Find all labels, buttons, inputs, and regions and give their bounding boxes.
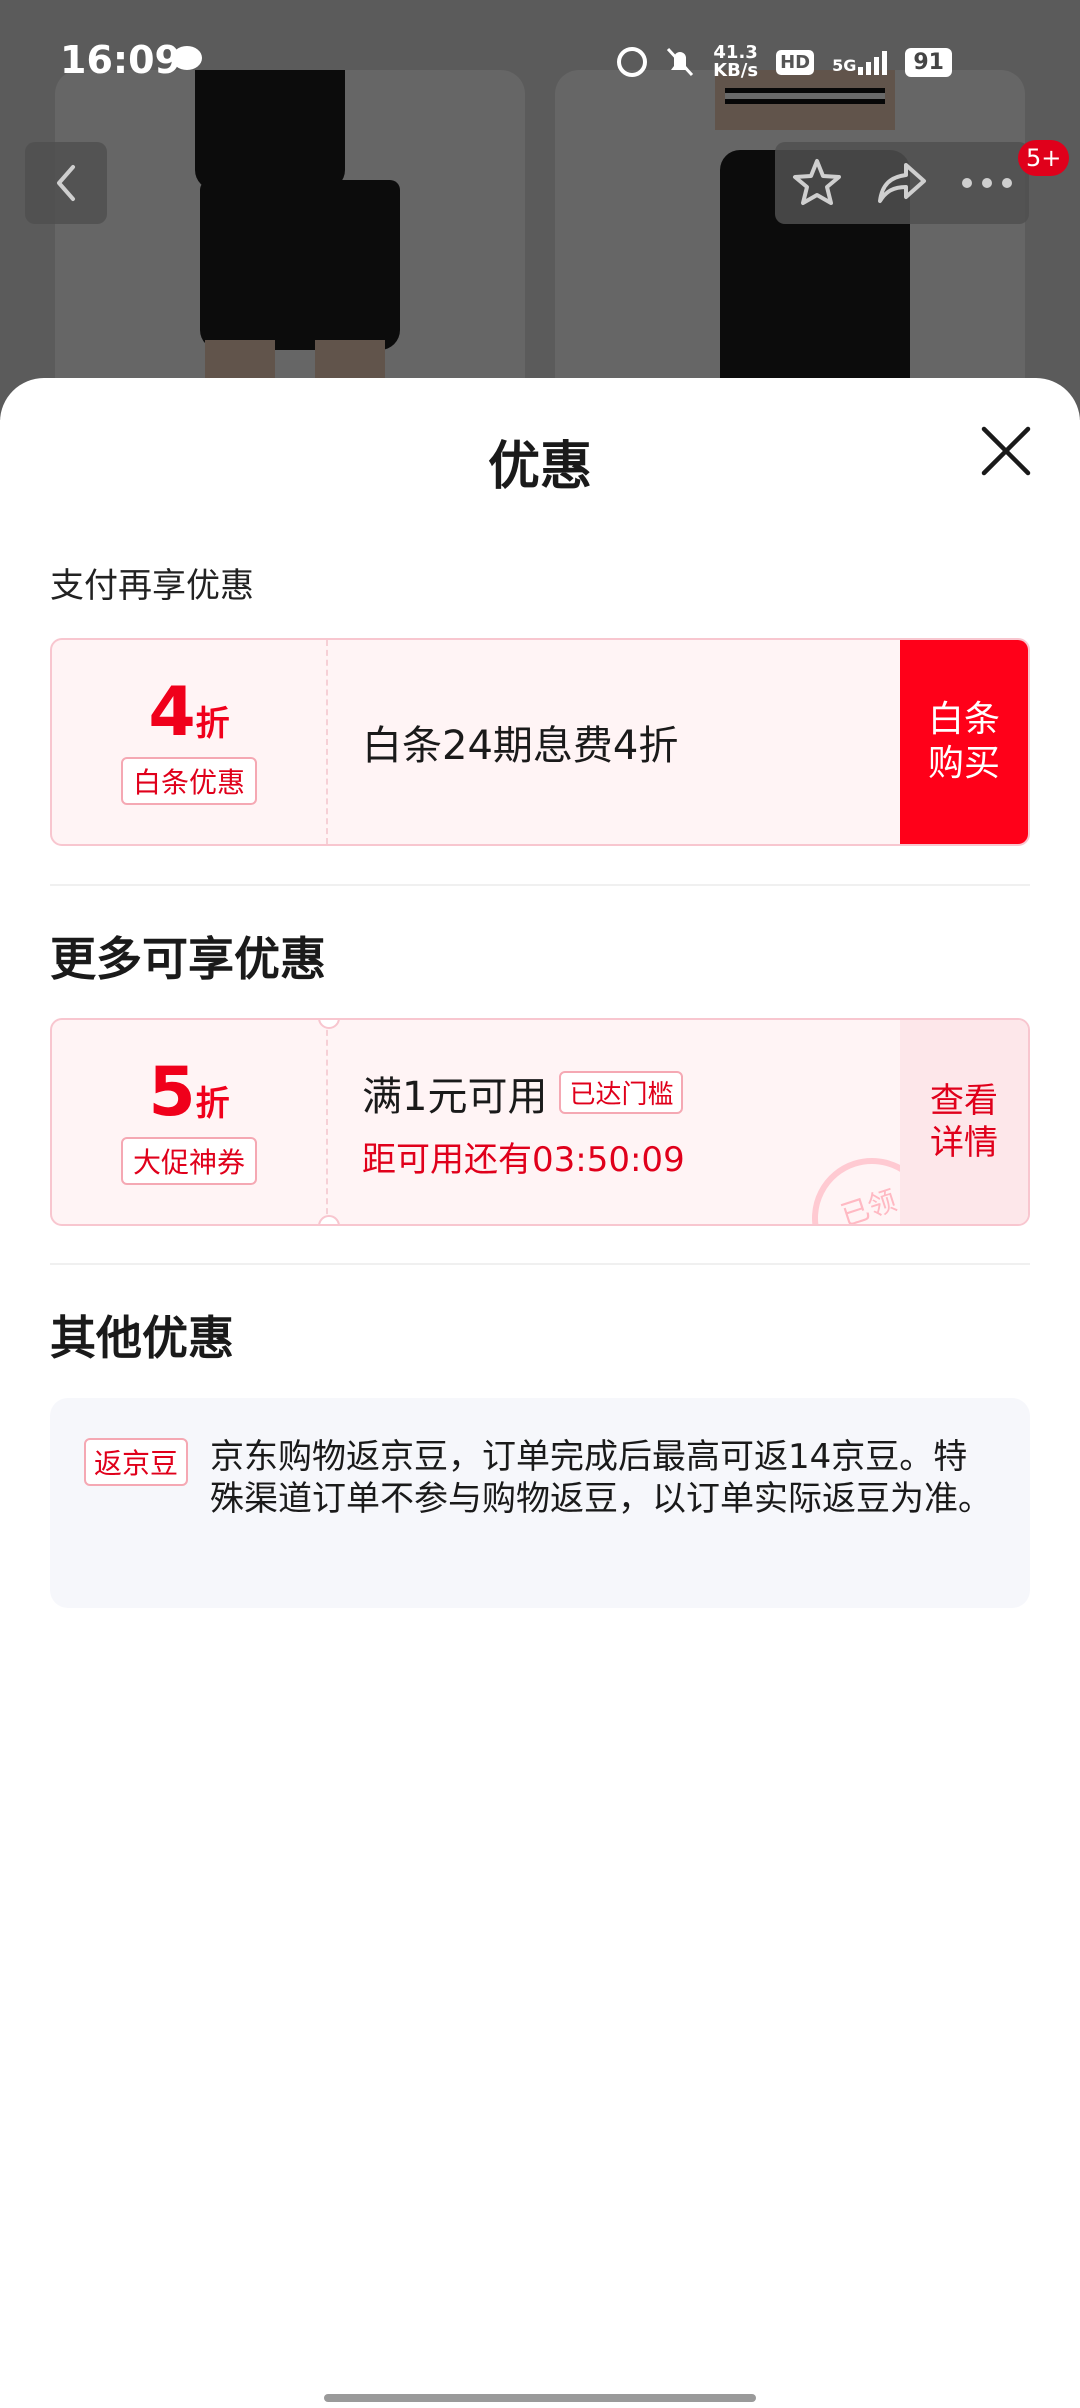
baitiao-coupon-card[interactable]: 4折 白条优惠 白条24期息费4折 白条购买 xyxy=(50,638,1030,846)
back-button[interactable] xyxy=(25,142,107,224)
coupon-discount: 5折 xyxy=(148,1053,230,1132)
close-button[interactable] xyxy=(975,420,1037,482)
baitiao-buy-button[interactable]: 白条购买 xyxy=(900,640,1028,844)
status-icons: 41.3 KB/s HD 5G 91 xyxy=(617,44,952,80)
cart-badge: 5+ xyxy=(1018,140,1070,176)
coupon-info: 白条24期息费4折 xyxy=(362,640,678,844)
coupon-discount: 4折 xyxy=(148,673,230,752)
top-action-group xyxy=(775,142,1029,224)
other-section-label: 其他优惠 xyxy=(50,1311,234,1365)
share-icon[interactable] xyxy=(874,155,930,211)
alarm-icon xyxy=(617,47,648,77)
status-time: 16:09 xyxy=(60,38,181,82)
signal-icon xyxy=(858,49,888,75)
sheet-title: 优惠 xyxy=(487,437,592,497)
status-bar: 16:09 41.3 KB/s HD 5G 91 xyxy=(0,0,1080,120)
offers-sheet: 优惠 支付再享优惠 4折 白条优惠 白条24期息费4折 白条购买 更多可享优惠 … xyxy=(0,378,1080,2408)
coupon-condition-row: 满1元可用 已达门槛 xyxy=(362,1064,685,1122)
jingdou-info-box: 返京豆 京东购物返京豆，订单完成后最高可返14京豆。特殊渠道订单不参与购物返豆，… xyxy=(50,1398,1030,1608)
chat-notification-icon xyxy=(172,46,202,70)
promo-coupon-card[interactable]: 5折 大促神券 满1元可用 已达门槛 距可用还有03:50:09 已领 查看详情 xyxy=(50,1018,1030,1226)
star-icon[interactable] xyxy=(789,155,845,211)
coupon-description: 白条24期息费4折 xyxy=(362,723,679,769)
coupon-notch-bottom xyxy=(318,1215,340,1224)
home-indicator[interactable] xyxy=(324,2394,756,2402)
coupon-condition: 满1元可用 xyxy=(362,1073,548,1120)
jingdou-tag: 返京豆 xyxy=(84,1438,189,1486)
view-details-button[interactable]: 查看详情 xyxy=(900,1020,1028,1224)
coupon-countdown: 距可用还有03:50:09 xyxy=(362,1139,685,1180)
battery-icon: 91 xyxy=(905,47,952,77)
pay-section-label: 支付再享优惠 xyxy=(50,566,254,606)
net-speed: 41.3 KB/s xyxy=(713,42,759,81)
coupon-tag: 大促神券 xyxy=(120,1137,257,1185)
divider xyxy=(50,1263,1030,1265)
more-icon[interactable] xyxy=(959,175,1015,191)
network-type: 5G xyxy=(832,56,857,75)
mute-bell-icon xyxy=(667,47,694,77)
coupon-info: 满1元可用 已达门槛 距可用还有03:50:09 xyxy=(362,1020,685,1224)
close-icon xyxy=(981,426,1031,476)
coupon-discount-block: 4折 白条优惠 xyxy=(52,640,328,844)
coupon-tag: 白条优惠 xyxy=(120,757,257,805)
jingdou-description: 京东购物返京豆，订单完成后最高可返14京豆。特殊渠道订单不参与购物返豆，以订单实… xyxy=(210,1437,992,1519)
chevron-left-icon xyxy=(57,165,75,201)
threshold-badge: 已达门槛 xyxy=(559,1071,684,1114)
coupon-discount-block: 5折 大促神券 xyxy=(52,1020,328,1224)
divider xyxy=(50,884,1030,886)
more-section-label: 更多可享优惠 xyxy=(50,932,326,986)
hd-icon: HD xyxy=(776,49,815,75)
